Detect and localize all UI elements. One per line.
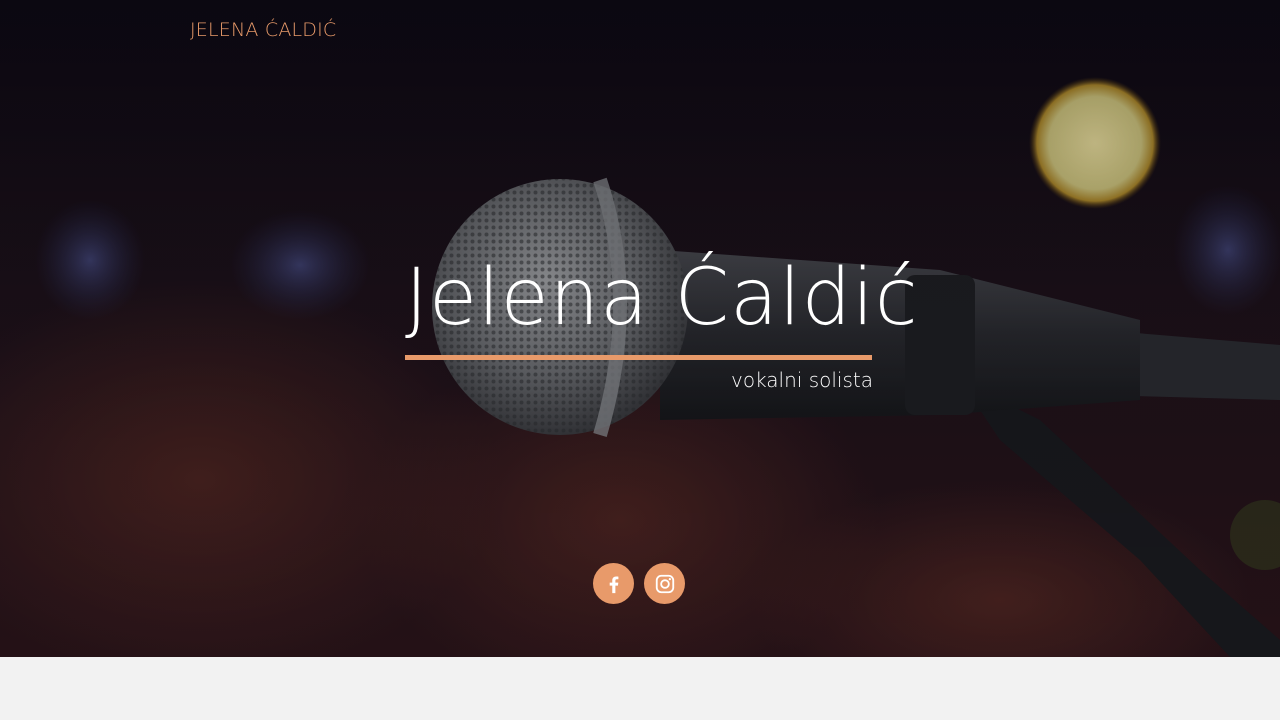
- hero-section: JELENA ĆALDIĆ Jelena Ćaldić vokalni soli…: [0, 0, 1280, 657]
- hero-title-block: Jelena Ćaldić vokalni solista: [405, 250, 919, 392]
- title-divider: [405, 355, 872, 360]
- page-below-hero: [0, 657, 1280, 720]
- page-subtitle: vokalni solista: [731, 368, 873, 392]
- facebook-icon: [609, 575, 618, 593]
- facebook-button[interactable]: [593, 563, 634, 604]
- social-links: [593, 563, 685, 604]
- brand-link[interactable]: JELENA ĆALDIĆ: [190, 19, 336, 41]
- instagram-button[interactable]: [644, 563, 685, 604]
- page-title: Jelena Ćaldić: [405, 253, 919, 343]
- instagram-icon: [655, 574, 674, 593]
